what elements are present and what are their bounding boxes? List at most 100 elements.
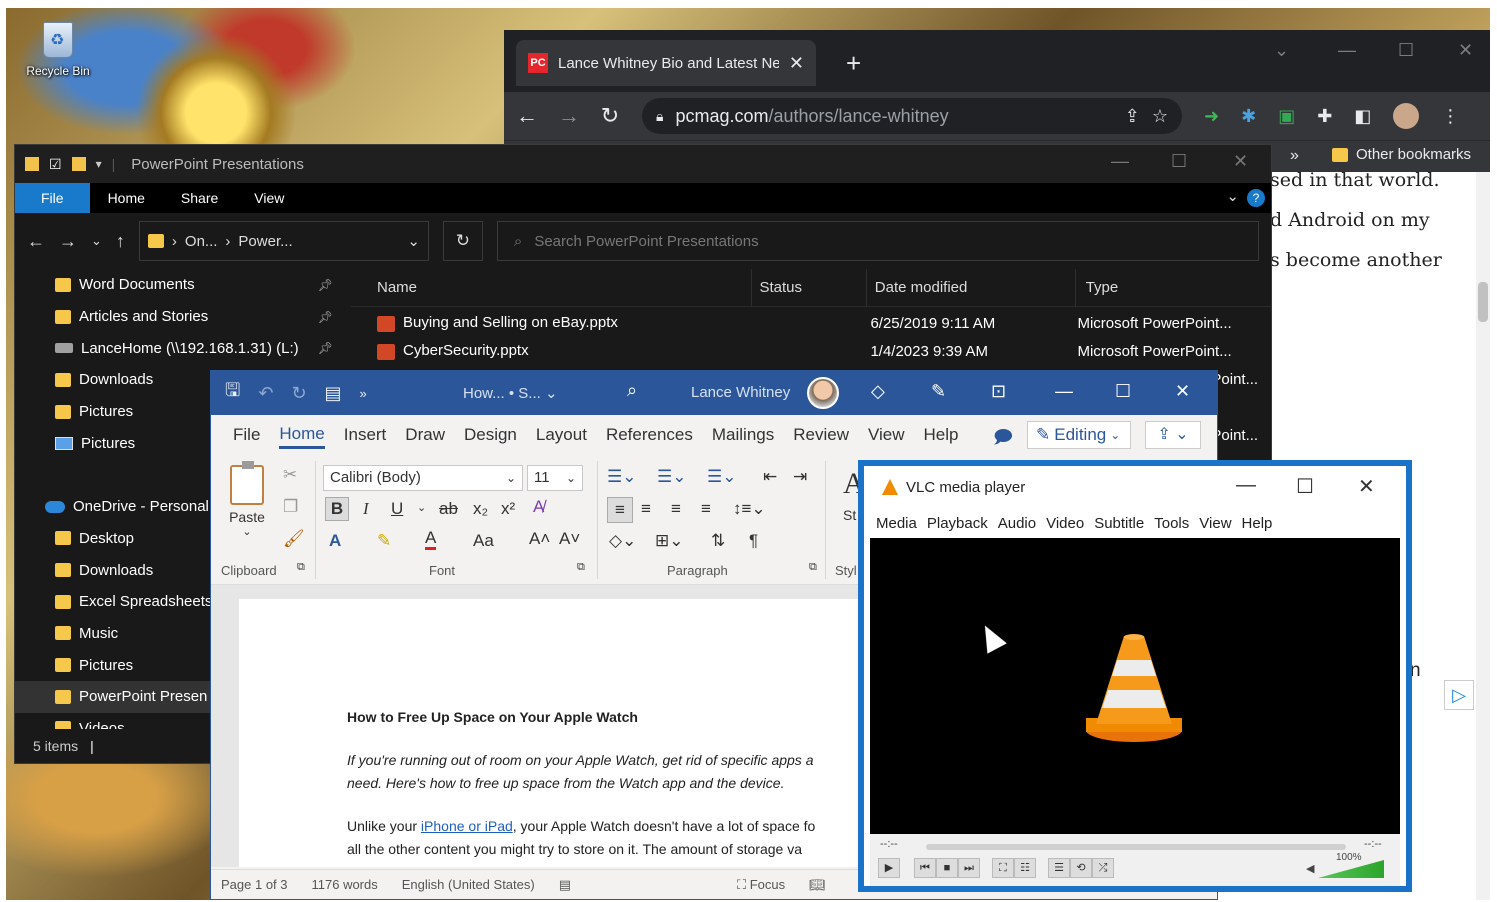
table-row[interactable]: Buying and Selling on eBay.pptx 6/25/201… — [351, 309, 1271, 337]
stop-icon[interactable]: ■ — [936, 858, 958, 878]
nav-item-word-documents[interactable]: Word Documents 📌︎ — [15, 269, 351, 301]
tab-home[interactable]: Home — [90, 183, 163, 213]
tab-references[interactable]: References — [606, 425, 693, 447]
extended-settings-icon[interactable]: ☷ — [1014, 858, 1036, 878]
borders-icon[interactable]: ⊞⌄ — [655, 531, 684, 551]
extension-bluetooth-icon[interactable]: ✱ — [1241, 106, 1256, 127]
previous-icon[interactable]: ⏮ — [914, 858, 936, 878]
numbering-icon[interactable]: ☰⌄ — [657, 467, 686, 487]
editing-mode-button[interactable]: ✎ Editing ⌄ — [1027, 421, 1131, 449]
extension-screen-icon[interactable]: ▣ — [1278, 106, 1295, 127]
close-button[interactable]: ✕ — [1175, 381, 1190, 402]
menu-media[interactable]: Media — [876, 515, 917, 532]
format-painter-icon[interactable]: 🖌︎ — [283, 529, 305, 549]
shuffle-icon[interactable]: ⤮ — [1092, 858, 1114, 878]
tab-insert[interactable]: Insert — [344, 425, 387, 447]
menu-view[interactable]: View — [1199, 515, 1231, 532]
help-icon[interactable]: ? — [1247, 189, 1265, 207]
column-status[interactable]: Status — [752, 268, 867, 307]
reload-icon[interactable]: ↻ — [600, 103, 620, 129]
shading-icon[interactable]: ◇⌄ — [609, 531, 636, 551]
focus-button[interactable]: ⛶ Focus — [737, 877, 785, 893]
seek-bar[interactable] — [926, 844, 1346, 850]
expand-ribbon-icon[interactable]: ⌄ — [1226, 187, 1239, 205]
back-icon[interactable]: ← — [27, 231, 45, 252]
tab-draw[interactable]: Draw — [405, 425, 445, 447]
extensions-puzzle-icon[interactable]: ✚ — [1317, 106, 1332, 127]
customize-qat-icon[interactable]: ▾ — [96, 157, 102, 171]
paste-button[interactable]: Paste ⌄ — [227, 461, 267, 538]
word-count[interactable]: 1176 words — [312, 877, 378, 892]
underline-button[interactable]: U — [391, 499, 403, 519]
redo-icon[interactable]: ↻ — [291, 383, 306, 404]
increase-indent-icon[interactable]: ⇥ — [793, 467, 807, 487]
address-dropdown-icon[interactable]: ⌄ — [407, 232, 420, 250]
close-button[interactable]: ✕ — [1458, 40, 1473, 61]
tab-view[interactable]: View — [868, 425, 905, 447]
share-icon[interactable]: ⇪ — [1125, 106, 1140, 127]
save-icon[interactable]: 🖫︎ — [225, 378, 240, 408]
chrome-tab-active[interactable]: PC Lance Whitney Bio and Latest Ne ✕ — [516, 40, 816, 86]
tab-file[interactable]: File — [233, 425, 260, 447]
breadcrumb[interactable]: › On... › Power... ⌄ — [138, 221, 429, 261]
maximize-button[interactable]: ☐ — [1115, 381, 1131, 402]
show-formatting-icon[interactable]: ¶ — [749, 531, 758, 551]
volume-slider[interactable]: ◀ 100% — [1306, 852, 1392, 880]
tab-home[interactable]: Home — [279, 424, 325, 449]
align-center-icon[interactable]: ≡ — [641, 499, 651, 519]
strikethrough-button[interactable]: ab — [439, 499, 458, 519]
maximize-button[interactable]: ☐ — [1296, 474, 1314, 499]
pen-icon[interactable]: ✎ — [931, 381, 946, 402]
tab-view[interactable]: View — [236, 183, 302, 213]
tab-help[interactable]: Help — [924, 425, 959, 447]
subscript-button[interactable]: x₂ — [473, 499, 488, 519]
column-name[interactable]: Name — [351, 268, 752, 307]
address-bar[interactable]: 🔒︎ pcmag.com/authors/lance-whitney ⇪ ☆ — [642, 98, 1182, 134]
profile-avatar[interactable] — [1393, 103, 1420, 129]
font-launcher-icon[interactable]: ⧉ — [577, 561, 585, 574]
new-tab-button[interactable]: + — [846, 48, 861, 79]
tab-search-icon[interactable]: ⌄ — [1274, 40, 1289, 61]
page-count[interactable]: Page 1 of 3 — [221, 877, 288, 892]
language[interactable]: English (United States) — [402, 877, 535, 892]
recycle-bin-shortcut[interactable]: Recycle Bin — [18, 22, 98, 78]
column-type[interactable]: Type — [1076, 269, 1271, 307]
nav-item-network-drive[interactable]: LanceHome (\\192.168.1.31) (L:) 📌︎ — [15, 332, 351, 364]
ad-choices-icon[interactable]: ▷ — [1444, 680, 1474, 710]
menu-tools[interactable]: Tools — [1154, 515, 1189, 532]
close-button[interactable]: ✕ — [1358, 474, 1375, 499]
tab-close-icon[interactable]: ✕ — [789, 53, 804, 74]
accessibility-icon[interactable]: ▤ — [559, 877, 571, 893]
nav-item-articles[interactable]: Articles and Stories 📌︎ — [15, 301, 351, 333]
minimize-button[interactable]: — — [1055, 381, 1073, 402]
play-icon[interactable]: ▶ — [878, 858, 900, 878]
ribbon-display-icon[interactable]: ⊡ — [991, 381, 1006, 402]
back-icon[interactable]: ← — [516, 103, 538, 129]
tab-file[interactable]: File — [15, 183, 90, 213]
sort-icon[interactable]: ⇅ — [711, 531, 725, 551]
avatar[interactable] — [807, 377, 839, 409]
search-icon[interactable]: ⌕ — [627, 380, 637, 401]
side-panel-icon[interactable]: ◧ — [1354, 106, 1371, 127]
minimize-button[interactable]: — — [1236, 474, 1256, 497]
cut-icon[interactable]: ✂ — [283, 465, 297, 485]
menu-audio[interactable]: Audio — [998, 515, 1036, 532]
scroll-thumb[interactable] — [1478, 282, 1488, 322]
multilevel-list-icon[interactable]: ☰⌄ — [707, 467, 736, 487]
tab-design[interactable]: Design — [464, 425, 517, 447]
tab-share[interactable]: Share — [163, 183, 236, 213]
menu-help[interactable]: Help — [1242, 515, 1273, 532]
up-icon[interactable]: ↑ — [116, 231, 125, 252]
search-input[interactable]: ⌕ Search PowerPoint Presentations — [496, 221, 1259, 261]
justify-icon[interactable]: ≡ — [701, 499, 711, 519]
extension-arrow-icon[interactable]: ➜ — [1204, 106, 1219, 127]
fullscreen-icon[interactable]: ⛶ — [992, 858, 1014, 878]
recent-locations-icon[interactable]: ⌄ — [91, 233, 102, 249]
qat-overflow-icon[interactable]: » — [360, 386, 367, 401]
tab-review[interactable]: Review — [793, 425, 849, 447]
table-row[interactable]: CyberSecurity.pptx 1/4/2023 9:39 AM Micr… — [351, 337, 1271, 365]
forward-icon[interactable]: → — [558, 103, 580, 129]
loop-icon[interactable]: ⟲ — [1070, 858, 1092, 878]
bookmark-star-icon[interactable]: ☆ — [1152, 106, 1168, 127]
print-preview-icon[interactable]: ▤ — [325, 383, 342, 404]
